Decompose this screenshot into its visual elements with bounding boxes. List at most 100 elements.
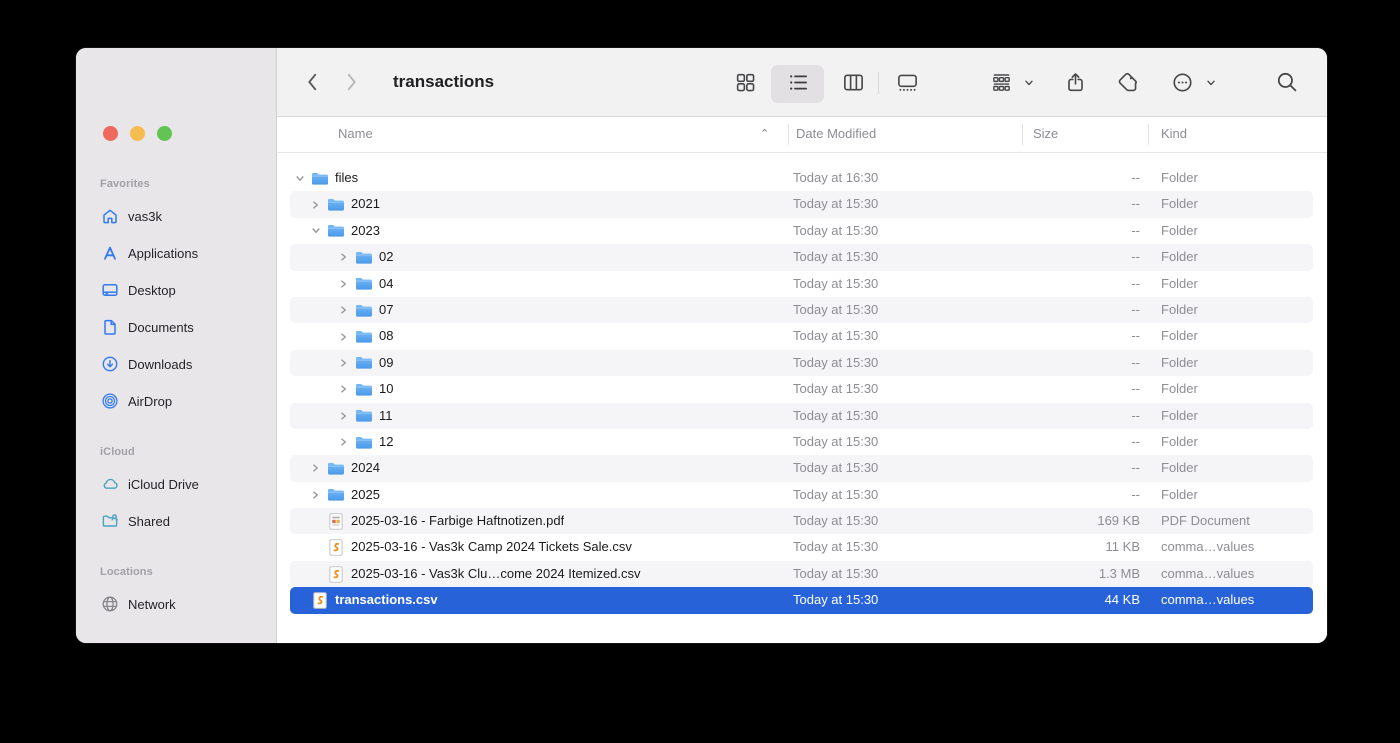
minimize-button[interactable] — [130, 126, 145, 141]
file-row[interactable]: 2023Today at 15:30--Folder — [290, 218, 1313, 244]
size-cell: -- — [990, 403, 1140, 429]
sidebar-item-network[interactable]: Network — [98, 591, 266, 617]
ellipsis-circle-icon — [1171, 71, 1194, 94]
file-row[interactable]: 11Today at 15:30--Folder — [290, 403, 1313, 429]
disclosure-triangle-collapsed[interactable] — [311, 463, 326, 473]
size-cell: -- — [990, 482, 1140, 508]
sidebar-item-vas3k[interactable]: vas3k — [98, 203, 266, 229]
file-row[interactable]: 12Today at 15:30--Folder — [290, 429, 1313, 455]
sidebar-item-label: Downloads — [128, 357, 192, 372]
group-chevron-icon[interactable] — [1022, 76, 1036, 90]
folder-icon — [354, 275, 373, 292]
disclosure-triangle-collapsed[interactable] — [339, 384, 354, 394]
disclosure-triangle-collapsed[interactable] — [311, 200, 326, 210]
size-cell: -- — [990, 455, 1140, 481]
sidebar-item-label: Documents — [128, 320, 194, 335]
search-button[interactable] — [1275, 70, 1299, 94]
file-row[interactable]: 2025-03-16 - Vas3k Clu…come 2024 Itemize… — [290, 561, 1313, 587]
column-separator[interactable] — [1148, 124, 1149, 145]
file-name: 02 — [379, 244, 393, 270]
size-cell: 44 KB — [990, 587, 1140, 613]
group-button[interactable] — [989, 70, 1013, 94]
sidebar: Favorites vas3k Applications Desktop Documen… — [76, 48, 277, 643]
sidebar-item-label: Desktop — [128, 283, 176, 298]
share-button[interactable] — [1063, 70, 1087, 94]
date-modified-cell: Today at 16:30 — [793, 165, 878, 191]
size-cell: -- — [990, 323, 1140, 349]
disclosure-triangle-collapsed[interactable] — [339, 358, 354, 368]
kind-cell: Folder — [1161, 403, 1198, 429]
sidebar-item-airdrop[interactable]: AirDrop — [98, 388, 266, 414]
disclosure-triangle-collapsed[interactable] — [339, 252, 354, 262]
folder-icon — [326, 460, 345, 477]
file-row[interactable]: 2025-03-16 - Vas3k Camp 2024 Tickets Sal… — [290, 534, 1313, 560]
file-row[interactable]: 2025Today at 15:30--Folder — [290, 482, 1313, 508]
file-row[interactable]: 09Today at 15:30--Folder — [290, 350, 1313, 376]
name-cell: 2021 — [290, 191, 380, 217]
toolbar-divider — [878, 72, 879, 94]
date-modified-cell: Today at 15:30 — [793, 297, 878, 323]
column-view-button[interactable] — [841, 70, 865, 94]
file-row-selected[interactable]: transactions.csvToday at 15:3044 KBcomma… — [290, 587, 1313, 613]
date-modified-cell: Today at 15:30 — [793, 587, 878, 613]
close-button[interactable] — [103, 126, 118, 141]
sidebar-section-header-favorites: Favorites — [100, 176, 266, 192]
finder-window: Favorites vas3k Applications Desktop Documen… — [76, 48, 1327, 643]
size-cell: -- — [990, 165, 1140, 191]
size-cell: -- — [990, 429, 1140, 455]
back-button[interactable] — [301, 70, 325, 94]
downloads-icon — [100, 355, 119, 374]
disclosure-triangle-collapsed[interactable] — [339, 411, 354, 421]
sidebar-item-downloads[interactable]: Downloads — [98, 351, 266, 377]
sidebar-item-shared[interactable]: Shared — [98, 508, 266, 534]
more-actions-button[interactable] — [1170, 70, 1194, 94]
column-header-size[interactable]: Size — [1033, 117, 1058, 151]
date-modified-cell: Today at 15:30 — [793, 534, 878, 560]
grid-icon — [734, 71, 757, 94]
file-row[interactable]: 2021Today at 15:30--Folder — [290, 191, 1313, 217]
column-separator[interactable] — [1022, 124, 1023, 145]
file-name: 10 — [379, 376, 393, 402]
file-name: 2021 — [351, 191, 380, 217]
gallery-view-button[interactable] — [895, 70, 919, 94]
cloud-icon — [100, 475, 119, 494]
date-modified-cell: Today at 15:30 — [793, 244, 878, 270]
list-view-button[interactable] — [786, 70, 810, 94]
sidebar-item-applications[interactable]: Applications — [98, 240, 266, 266]
file-row[interactable]: 2025-03-16 - Farbige Haftnotizen.pdfToda… — [290, 508, 1313, 534]
sidebar-item-label: Applications — [128, 246, 198, 261]
disclosure-triangle-collapsed[interactable] — [339, 279, 354, 289]
file-row[interactable]: 04Today at 15:30--Folder — [290, 271, 1313, 297]
column-separator[interactable] — [788, 124, 789, 145]
file-name: 04 — [379, 271, 393, 297]
sidebar-item-desktop[interactable]: Desktop — [98, 277, 266, 303]
file-row[interactable]: 02Today at 15:30--Folder — [290, 244, 1313, 270]
disclosure-triangle-expanded[interactable] — [295, 173, 310, 183]
column-headers: Name ⌃ Date Modified Size Kind — [277, 117, 1327, 153]
disclosure-triangle-collapsed[interactable] — [339, 437, 354, 447]
forward-button[interactable] — [339, 70, 363, 94]
file-row[interactable]: 08Today at 15:30--Folder — [290, 323, 1313, 349]
name-cell: 04 — [290, 271, 393, 297]
folder-icon — [354, 381, 373, 398]
column-header-name[interactable]: Name — [338, 117, 373, 151]
column-header-date-modified[interactable]: Date Modified — [796, 117, 876, 151]
file-row[interactable]: filesToday at 16:30--Folder — [290, 165, 1313, 191]
column-header-kind[interactable]: Kind — [1161, 117, 1187, 151]
file-row[interactable]: 10Today at 15:30--Folder — [290, 376, 1313, 402]
tags-button[interactable] — [1115, 70, 1139, 94]
icon-view-button[interactable] — [733, 70, 757, 94]
more-chevron-icon[interactable] — [1204, 76, 1218, 90]
globe-icon — [100, 595, 119, 614]
disclosure-triangle-collapsed[interactable] — [339, 305, 354, 315]
sidebar-item-icloud-drive[interactable]: iCloud Drive — [98, 471, 266, 497]
sidebar-item-label: AirDrop — [128, 394, 172, 409]
file-row[interactable]: 07Today at 15:30--Folder — [290, 297, 1313, 323]
zoom-button[interactable] — [157, 126, 172, 141]
disclosure-triangle-collapsed[interactable] — [339, 332, 354, 342]
main-panel: transactions — [277, 48, 1327, 643]
disclosure-triangle-collapsed[interactable] — [311, 490, 326, 500]
file-row[interactable]: 2024Today at 15:30--Folder — [290, 455, 1313, 481]
disclosure-triangle-expanded[interactable] — [311, 226, 326, 236]
sidebar-item-documents[interactable]: Documents — [98, 314, 266, 340]
